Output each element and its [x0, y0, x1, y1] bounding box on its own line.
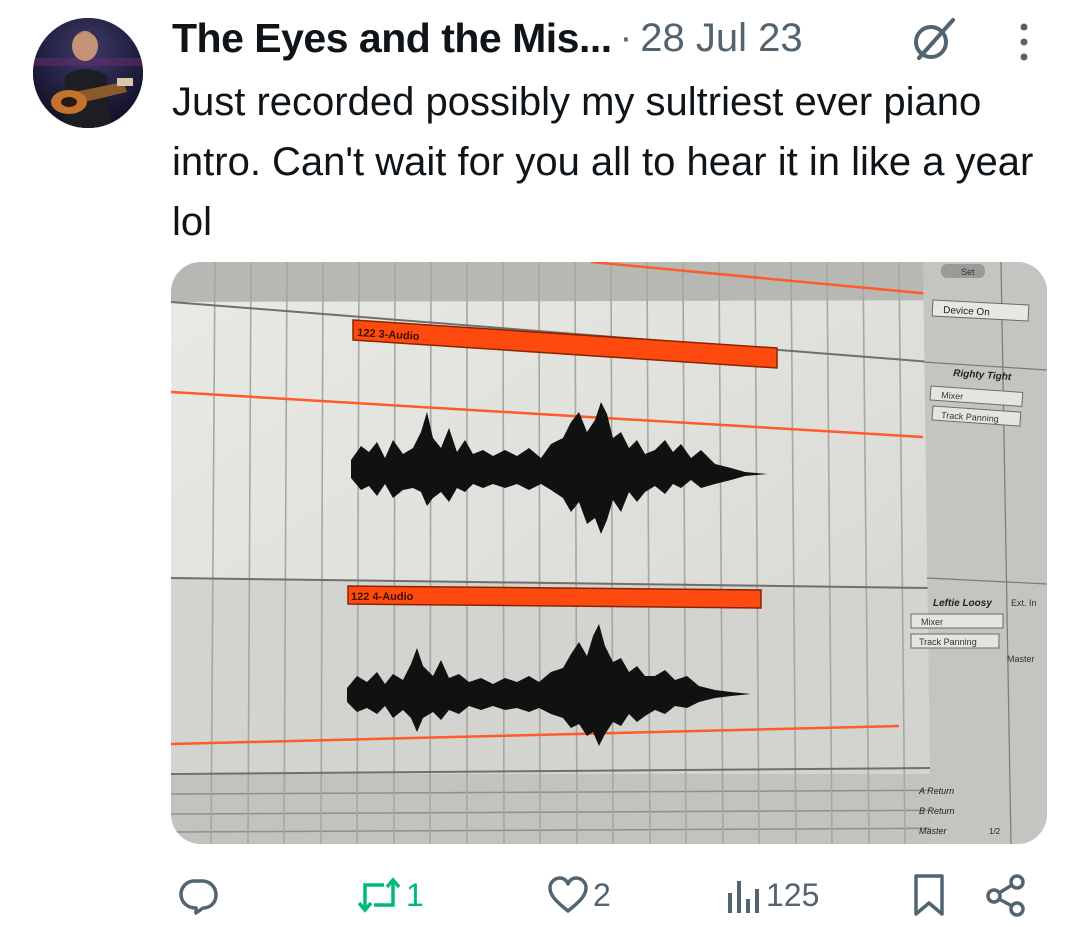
header-separator: · [619, 16, 633, 59]
author-name[interactable]: The Eyes and the Mis... [172, 15, 612, 62]
grok-icon[interactable] [907, 14, 959, 66]
tweet-media[interactable]: 122 3-Audio 122 4-Audio Device On Set Ri… [171, 262, 1047, 844]
track-name-2: Leftie Loosy [933, 598, 992, 609]
view-count: 125 [766, 876, 820, 913]
return-master: Master [919, 826, 948, 836]
bookmark-icon [914, 874, 944, 916]
bookmark-button[interactable] [910, 866, 948, 924]
return-b: B Return [919, 806, 955, 816]
like-button[interactable]: 2 [547, 866, 611, 924]
reply-icon [179, 879, 218, 915]
repost-button[interactable]: 1 [356, 866, 424, 924]
views-button[interactable]: 125 [726, 866, 819, 924]
tweet-text: Just recorded possibly my sultriest ever… [172, 80, 1034, 244]
repost-count: 1 [406, 876, 424, 913]
fraction-label: 1/2 [989, 827, 1001, 836]
output-2: Master [1007, 654, 1035, 664]
share-button[interactable] [984, 866, 1028, 924]
avatar[interactable] [33, 18, 143, 128]
set-label: Set [961, 267, 975, 277]
repost-icon [357, 877, 401, 913]
share-icon [986, 874, 1025, 917]
panning-2: Track Panning [919, 637, 977, 647]
heart-icon [548, 876, 588, 913]
action-bar: 1 2 125 [0, 866, 1080, 924]
routing-2: Mixer [921, 617, 943, 627]
reply-button[interactable] [176, 866, 224, 924]
avatar-image [33, 18, 143, 128]
tweet-date[interactable]: 28 Jul 23 [640, 16, 802, 61]
input-2: Ext. In [1011, 598, 1037, 608]
daw-photo: 122 3-Audio 122 4-Audio Device On Set Ri… [171, 262, 1047, 844]
clip-label-2: 122 4-Audio [351, 591, 414, 603]
like-count: 2 [593, 876, 611, 913]
more-vertical-icon[interactable] [1012, 20, 1036, 64]
views-chart-icon [728, 881, 759, 913]
routing-1: Mixer [941, 390, 964, 402]
return-a: A Return [918, 786, 954, 796]
